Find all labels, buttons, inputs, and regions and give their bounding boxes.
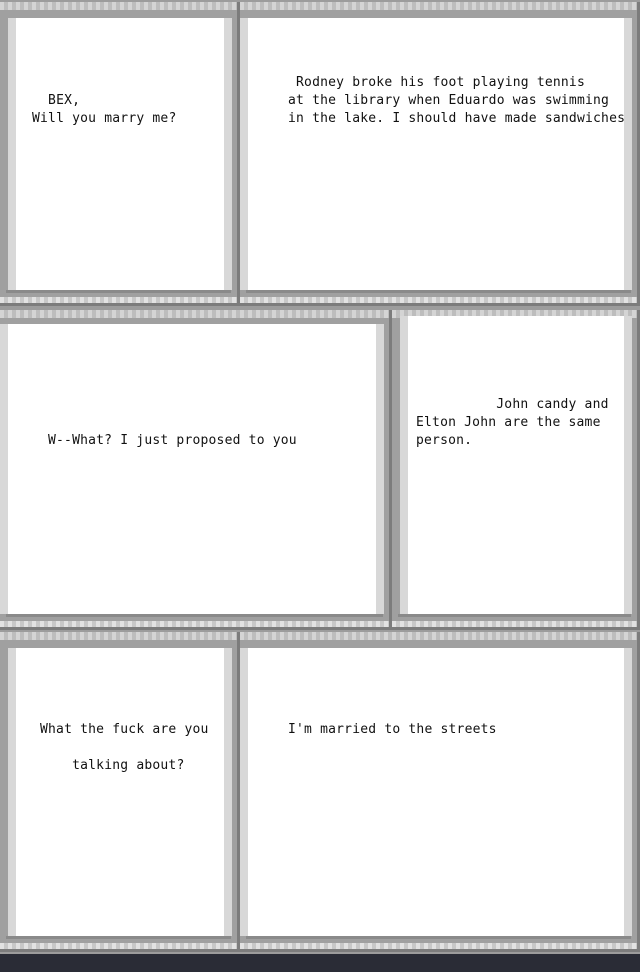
- panel-6-caption: I'm married to the streets: [288, 722, 497, 737]
- panel-3-canvas: W--What? I just proposed to you: [0, 324, 384, 614]
- panel-3-caption: W--What? I just proposed to you: [48, 433, 297, 448]
- panel-6-canvas: I'm married to the streets: [240, 648, 632, 936]
- panel-1-canvas: BEX, Will you marry me?: [8, 18, 232, 290]
- panel-1-caption: BEX, Will you marry me?: [32, 93, 177, 126]
- panel-2-canvas: Rodney broke his foot playing tennis at …: [240, 18, 632, 290]
- panel-2-caption: Rodney broke his foot playing tennis at …: [288, 75, 626, 126]
- comic-panel-6: I'm married to the streets: [240, 632, 640, 952]
- panel-4-canvas: John candy and Elton John are the same p…: [400, 316, 632, 614]
- panel-5-caption: What the fuck are you talking about?: [40, 722, 209, 773]
- bottom-bar: [0, 954, 640, 972]
- comic-panel-2: Rodney broke his foot playing tennis at …: [240, 2, 640, 306]
- comic-panel-4: John candy and Elton John are the same p…: [392, 310, 640, 630]
- comic-panel-1: BEX, Will you marry me?: [0, 2, 240, 306]
- comic-panel-5: What the fuck are you talking about?: [0, 632, 240, 952]
- comic-page: BEX, Will you marry me? Rodney broke his…: [0, 0, 640, 954]
- panel-4-caption: John candy and Elton John are the same p…: [416, 397, 609, 448]
- panel-5-canvas: What the fuck are you talking about?: [8, 648, 232, 936]
- comic-panel-3: W--What? I just proposed to you: [0, 310, 392, 630]
